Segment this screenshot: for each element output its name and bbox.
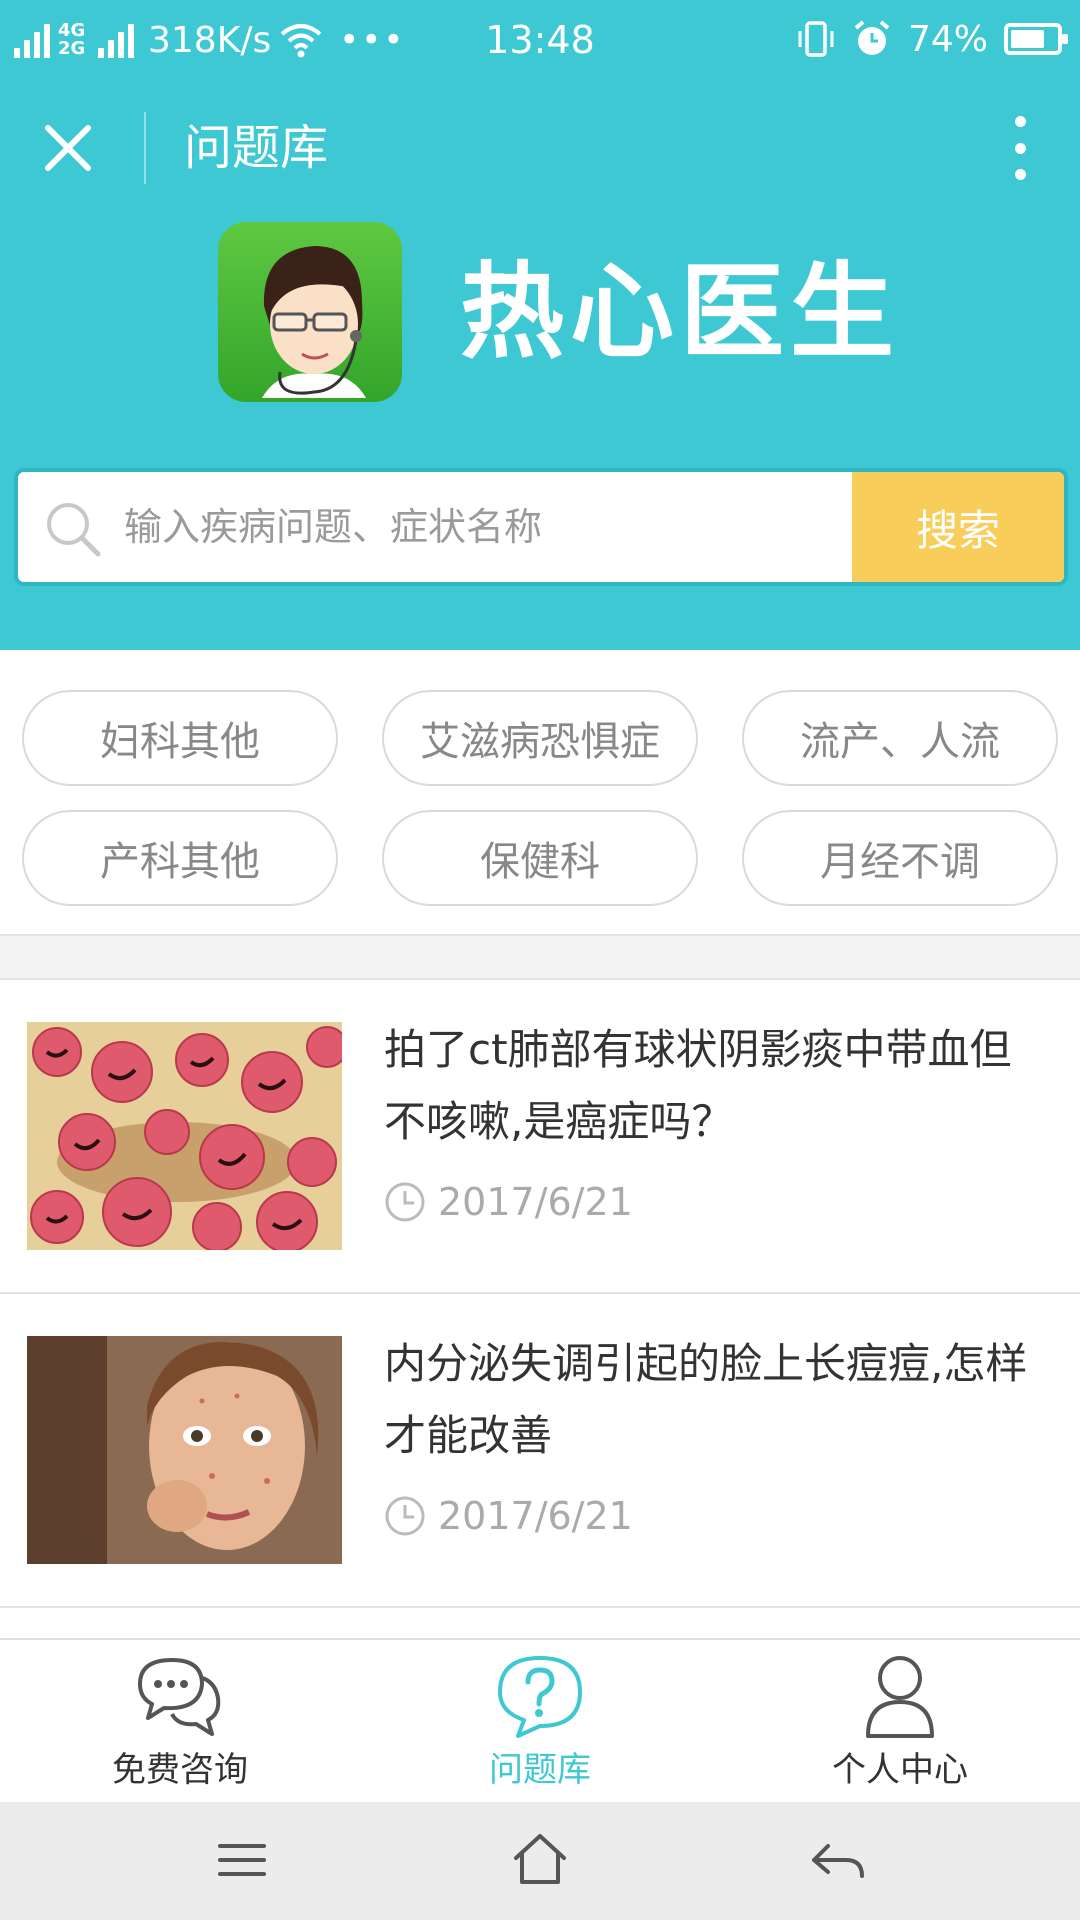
question-bubble-icon <box>498 1656 582 1738</box>
title-divider <box>144 112 146 184</box>
article-date: 2017/6/21 <box>384 1494 633 1538</box>
brand-name: 热心医生 <box>460 251 901 373</box>
article-item[interactable]: 拍了ct肺部有球状阴影痰中带血但不咳嗽,是癌症吗？ 2017/6/21 <box>0 980 1080 1294</box>
category-tags: 妇科其他 艾滋病恐惧症 流产、人流 产科其他 保健科 月经不调 <box>22 690 1062 906</box>
tag-health-care[interactable]: 保健科 <box>382 810 698 906</box>
article-thumbnail <box>27 1336 342 1564</box>
page-title: 问题库 <box>184 120 329 176</box>
search-button[interactable]: 搜索 <box>852 472 1064 582</box>
tag-gynecology-other[interactable]: 妇科其他 <box>22 690 338 786</box>
article-item[interactable]: 内分泌失调引起的脸上长痘痘,怎样才能改善 2017/6/21 <box>0 1294 1080 1608</box>
tab-label: 问题库 <box>489 1750 591 1790</box>
article-thumbnail <box>27 1022 342 1250</box>
tab-question-library[interactable]: 问题库 <box>360 1640 720 1802</box>
vibrate-icon <box>798 21 834 57</box>
tab-free-consult[interactable]: 免费咨询 <box>0 1640 360 1802</box>
status-bar: 4G 2G 318K/s ••• 13:48 74% <box>0 0 1080 80</box>
tag-irregular-menstruation[interactable]: 月经不调 <box>742 810 1058 906</box>
article-title: 拍了ct肺部有球状阴影痰中带血但不咳嗽,是癌症吗？ <box>384 1025 1012 1146</box>
system-navigation-bar <box>0 1802 1080 1920</box>
tab-label: 免费咨询 <box>112 1750 248 1790</box>
battery-percent: 74% <box>907 18 988 60</box>
search-bar: 搜索 <box>14 468 1068 586</box>
tag-obstetrics-other[interactable]: 产科其他 <box>22 810 338 906</box>
bottom-navigation: 免费咨询 问题库 个人中心 <box>0 1638 1080 1802</box>
doctor-logo-icon <box>218 222 402 402</box>
more-menu-button[interactable] <box>1000 116 1040 180</box>
header-area: 4G 2G 318K/s ••• 13:48 74% 问题库 热心医生 输入疾病… <box>0 0 1080 650</box>
article-title: 内分泌失调引起的脸上长痘痘,怎样才能改善 <box>384 1339 1028 1460</box>
back-icon[interactable] <box>806 1828 870 1892</box>
tab-label: 个人中心 <box>832 1750 968 1790</box>
search-icon <box>47 503 101 557</box>
title-bar: 问题库 <box>0 96 1080 200</box>
person-icon <box>866 1656 934 1738</box>
clock-icon <box>385 1496 425 1536</box>
tag-abortion[interactable]: 流产、人流 <box>742 690 1058 786</box>
tab-personal-center[interactable]: 个人中心 <box>720 1640 1080 1802</box>
section-divider <box>0 934 1080 980</box>
menu-icon[interactable] <box>210 1828 274 1892</box>
chat-bubbles-icon <box>138 1658 221 1736</box>
search-input[interactable] <box>124 472 844 582</box>
close-button[interactable] <box>38 118 98 178</box>
article-date: 2017/6/21 <box>384 1180 633 1224</box>
tag-aids-phobia[interactable]: 艾滋病恐惧症 <box>382 690 698 786</box>
battery-icon <box>1004 23 1068 55</box>
home-icon[interactable] <box>508 1828 572 1892</box>
alarm-icon <box>854 20 890 55</box>
clock-icon <box>385 1182 425 1222</box>
